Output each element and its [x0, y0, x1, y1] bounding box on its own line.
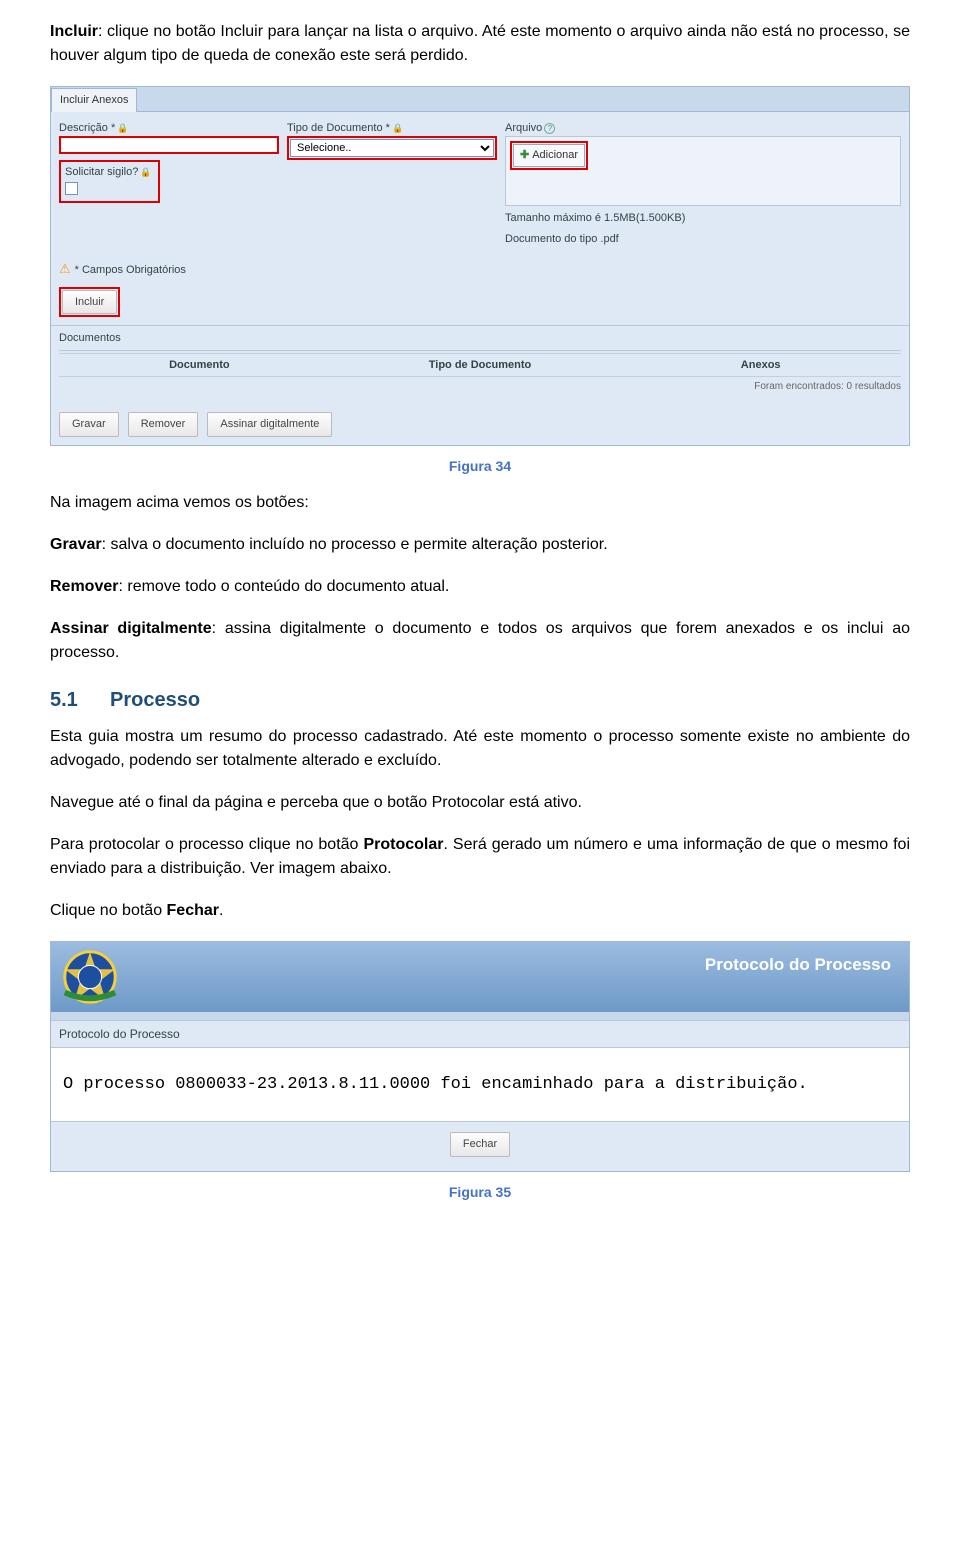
protocolo-sub: Protocolo do Processo	[51, 1020, 909, 1048]
documentos-section: Documentos Documento Tipo de Documento A…	[51, 325, 909, 404]
tamanho-info-1: Tamanho máximo é 1.5MB(1.500KB)	[505, 210, 901, 227]
label-tipo-doc: Tipo de Documento *🔒	[287, 120, 497, 137]
figure-34-label: Figura 34	[50, 456, 910, 477]
incluir-lead: Incluir	[50, 23, 98, 40]
plus-icon: ✚	[520, 149, 529, 161]
remover-button[interactable]: Remover	[128, 412, 199, 437]
assinar-button[interactable]: Assinar digitalmente	[207, 412, 332, 437]
documentos-count: Foram encontrados: 0 resultados	[59, 377, 901, 396]
gravar-lead: Gravar	[50, 536, 102, 553]
lock-icon: 🔒	[117, 122, 128, 136]
stripe	[51, 1012, 909, 1020]
screenshot-protocolo: Protocolo do Processo Protocolo do Proce…	[50, 941, 910, 1172]
screenshot-incluir-anexos: Incluir Anexos Descrição *🔒 Solicitar si…	[50, 86, 910, 446]
figure-35-label: Figura 35	[50, 1182, 910, 1203]
documentos-label: Documentos	[59, 330, 901, 351]
p-processo-3: Para protocolar o processo clique no bot…	[50, 833, 910, 881]
label-sigilo: Solicitar sigilo?🔒	[65, 164, 152, 181]
incluir-rest: : clique no botão Incluir para lançar na…	[50, 23, 910, 64]
tab-row: Incluir Anexos	[51, 87, 909, 112]
tab-incluir-anexos[interactable]: Incluir Anexos	[51, 88, 137, 112]
p-gravar: Gravar: salva o documento incluído no pr…	[50, 533, 910, 557]
remover-lead: Remover	[50, 578, 118, 595]
form-body: Descrição *🔒 Solicitar sigilo?🔒 Tipo de …	[51, 112, 909, 322]
lock-icon: 🔒	[140, 166, 151, 180]
col-tipo-documento: Tipo de Documento	[340, 354, 621, 377]
label-descricao: Descrição *🔒	[59, 120, 279, 137]
p-botoes-intro: Na imagem acima vemos os botões:	[50, 491, 910, 515]
gravar-button[interactable]: Gravar	[59, 412, 119, 437]
warning-icon: ⚠	[59, 261, 71, 276]
bottom-buttons: Gravar Remover Assinar digitalmente	[51, 404, 909, 445]
brasao-icon	[59, 946, 121, 1008]
protocolo-title: Protocolo do Processo	[705, 955, 891, 974]
fechar-button[interactable]: Fechar	[450, 1132, 510, 1157]
p-assinar: Assinar digitalmente: assina digitalment…	[50, 617, 910, 665]
help-icon[interactable]: ?	[544, 123, 555, 134]
p-processo-1: Esta guia mostra um resumo do processo c…	[50, 725, 910, 773]
p-processo-2: Navegue até o final da página e perceba …	[50, 791, 910, 815]
section-5-1: 5.1Processo	[50, 685, 910, 715]
campos-obrigatorios: ⚠* Campos Obrigatórios	[59, 259, 901, 279]
label-arquivo: Arquivo?	[505, 120, 901, 137]
protocolo-header: Protocolo do Processo	[51, 942, 909, 1012]
sigilo-checkbox[interactable]	[65, 182, 78, 195]
protocolo-footer: Fechar	[51, 1121, 909, 1171]
descricao-input[interactable]	[59, 136, 279, 154]
tipo-documento-select[interactable]: Selecione..	[290, 139, 494, 157]
documentos-header: Documento Tipo de Documento Anexos	[59, 353, 901, 378]
assinar-lead: Assinar digitalmente	[50, 620, 212, 637]
p-processo-4: Clique no botão Fechar.	[50, 899, 910, 923]
col-documento: Documento	[59, 354, 340, 377]
section-title-text: Processo	[110, 689, 200, 711]
col-anexos: Anexos	[620, 354, 901, 377]
arquivo-box: ✚Adicionar	[505, 136, 901, 206]
solicitar-sigilo-block: Solicitar sigilo?🔒	[59, 160, 160, 203]
section-number: 5.1	[50, 685, 110, 715]
incluir-button[interactable]: Incluir	[62, 290, 117, 315]
p-remover: Remover: remove todo o conteúdo do docum…	[50, 575, 910, 599]
adicionar-button[interactable]: ✚Adicionar	[513, 144, 585, 167]
lock-icon: 🔒	[392, 122, 403, 136]
protocolo-message: O processo 0800033-23.2013.8.11.0000 foi…	[51, 1048, 909, 1122]
tamanho-info-2: Documento do tipo .pdf	[505, 231, 901, 248]
intro-paragraph: Incluir: clique no botão Incluir para la…	[50, 20, 910, 68]
